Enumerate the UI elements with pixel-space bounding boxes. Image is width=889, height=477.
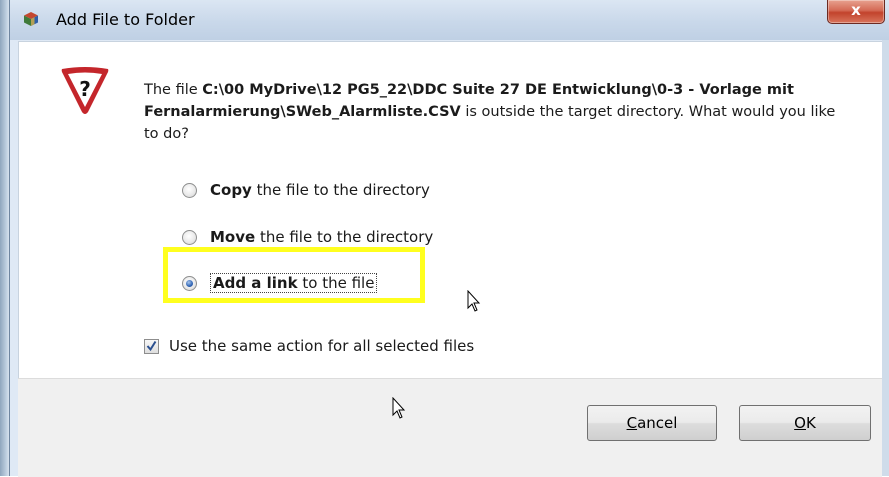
- copy-radio[interactable]: [182, 182, 197, 198]
- title-bar[interactable]: Add File to Folder x: [10, 0, 889, 40]
- option-copy-rest: the file to the directory: [251, 181, 430, 199]
- option-move-label: Move the file to the directory: [210, 228, 433, 246]
- cancel-label: ancel: [637, 414, 678, 432]
- ok-label: K: [805, 414, 816, 432]
- background-window-edge: [0, 0, 9, 476]
- cancel-button[interactable]: Cancel: [587, 405, 717, 441]
- mouse-cursor-icon-2: [392, 397, 406, 419]
- cancel-mnemonic: C: [626, 414, 638, 432]
- dialog-window: Add File to Folder x ? The file C:\00 My…: [9, 0, 889, 477]
- window-title: Add File to Folder: [56, 10, 195, 29]
- move-radio[interactable]: [182, 229, 197, 245]
- same-action-label: Use the same action for all selected fil…: [169, 337, 475, 355]
- option-copy[interactable]: Copy the file to the directory: [182, 178, 430, 202]
- window-right-border: [882, 40, 889, 476]
- option-copy-bold: Copy: [210, 181, 252, 199]
- ok-button[interactable]: OK: [739, 405, 871, 441]
- svg-text:?: ?: [79, 77, 91, 101]
- yellow-highlight-box: [163, 247, 425, 303]
- checkmark-icon: [146, 340, 157, 351]
- option-move-bold: Move: [210, 228, 256, 246]
- app-cube-icon: [24, 12, 38, 26]
- same-action-checkbox[interactable]: [144, 338, 159, 354]
- button-bar: Cancel OK: [18, 378, 882, 477]
- option-move-rest: the file to the directory: [255, 228, 434, 246]
- question-warning-icon: ?: [61, 67, 109, 114]
- message-prefix: The file: [144, 82, 203, 98]
- option-copy-label: Copy the file to the directory: [210, 181, 430, 199]
- option-move[interactable]: Move the file to the directory: [182, 225, 433, 249]
- mouse-cursor-icon: [467, 290, 481, 312]
- dialog-content: ? The file C:\00 MyDrive\12 PG5_22\DDC S…: [18, 41, 884, 379]
- ok-mnemonic: O: [794, 414, 806, 432]
- same-action-row[interactable]: Use the same action for all selected fil…: [144, 334, 474, 358]
- message-text: The file C:\00 MyDrive\12 PG5_22\DDC Sui…: [144, 79, 844, 145]
- close-button[interactable]: x: [827, 0, 885, 24]
- close-icon: x: [851, 1, 861, 19]
